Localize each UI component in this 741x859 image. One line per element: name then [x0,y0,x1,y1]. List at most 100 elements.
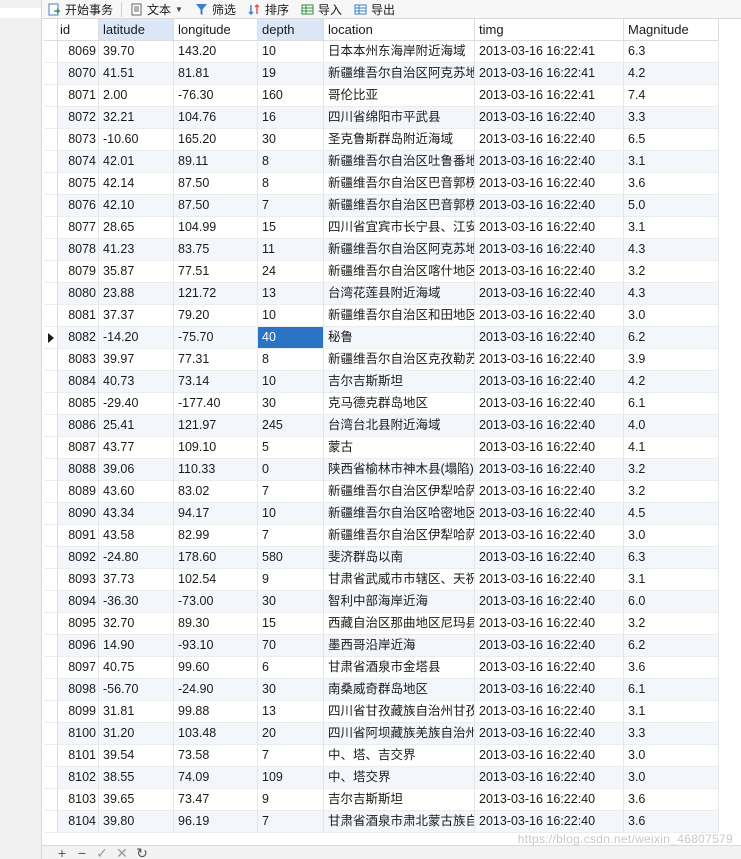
cell-depth[interactable]: 6 [258,657,324,679]
cell-timg[interactable]: 2013-03-16 16:22:40 [475,305,624,327]
cell-latitude[interactable]: -10.60 [99,129,174,151]
row-indicator[interactable] [44,173,58,195]
row-indicator[interactable] [44,723,58,745]
cell-longitude[interactable]: 99.60 [174,657,258,679]
cell-magnitude[interactable]: 6.2 [624,635,719,657]
cell-timg[interactable]: 2013-03-16 16:22:41 [475,63,624,85]
table-row[interactable]: 809143.5882.997新疆维吾尔自治区伊犁哈萨克自治州2013-03-1… [44,525,719,547]
cell-location[interactable]: 墨西哥沿岸近海 [324,635,475,657]
cell-location[interactable]: 哥伦比亚 [324,85,475,107]
row-indicator[interactable] [44,459,58,481]
cell-timg[interactable]: 2013-03-16 16:22:40 [475,217,624,239]
import-button[interactable]: 导入 [295,0,348,19]
column-header-longitude[interactable]: longitude [174,19,258,41]
cell-location[interactable]: 新疆维吾尔自治区阿克苏地区 [324,239,475,261]
cell-timg[interactable]: 2013-03-16 16:22:40 [475,173,624,195]
cell-depth[interactable]: 7 [258,811,324,833]
cell-id[interactable]: 8075 [58,173,99,195]
row-indicator[interactable] [44,349,58,371]
row-indicator[interactable] [44,107,58,129]
cell-latitude[interactable]: 39.54 [99,745,174,767]
cell-latitude[interactable]: 31.81 [99,701,174,723]
cell-magnitude[interactable]: 3.2 [624,481,719,503]
cell-location[interactable]: 新疆维吾尔自治区和田地区 [324,305,475,327]
cell-location[interactable]: 智利中部海岸近海 [324,591,475,613]
cell-magnitude[interactable]: 7.4 [624,85,719,107]
cell-location[interactable]: 四川省甘孜藏族自治州甘孜县 [324,701,475,723]
cell-latitude[interactable]: 40.73 [99,371,174,393]
cell-longitude[interactable]: 77.31 [174,349,258,371]
cell-id[interactable]: 8076 [58,195,99,217]
cell-location[interactable]: 新疆维吾尔自治区克孜勒苏柯尔克孜自治州 [324,349,475,371]
cell-id[interactable]: 8078 [58,239,99,261]
cell-timg[interactable]: 2013-03-16 16:22:40 [475,767,624,789]
table-row[interactable]: 8077 28.65 104.99 15 四川省宜宾市长宁县、江安县 2013-03-16… [44,217,719,239]
cell-latitude[interactable]: 41.23 [99,239,174,261]
cell-longitude[interactable]: -177.40 [174,393,258,415]
cell-location[interactable]: 西藏自治区那曲地区尼玛县 [324,613,475,635]
row-indicator[interactable] [44,129,58,151]
cell-latitude[interactable]: 23.88 [99,283,174,305]
cell-longitude[interactable]: 83.75 [174,239,258,261]
cell-longitude[interactable]: 89.30 [174,613,258,635]
cell-id[interactable]: 8095 [58,613,99,635]
row-indicator[interactable] [44,569,58,591]
table-row[interactable]: 8101 39.54 73.58 7 中、塔、吉交界 2013-03-16 16:22:4… [44,745,719,767]
cell-id[interactable]: 8098 [58,679,99,701]
cell-timg[interactable]: 2013-03-16 16:22:40 [475,107,624,129]
row-indicator[interactable] [44,283,58,305]
cell-timg[interactable]: 2013-03-16 16:22:40 [475,525,624,547]
table-row[interactable]: 8079 35.87 77.51 24 新疆维吾尔自治区喀什地区 2013-03-16 1… [44,261,719,283]
row-indicator[interactable] [44,85,58,107]
cell-magnitude[interactable]: 3.0 [624,767,719,789]
row-indicator[interactable] [44,239,58,261]
cell-timg[interactable]: 2013-03-16 16:22:40 [475,547,624,569]
cell-latitude[interactable]: 42.01 [99,151,174,173]
row-indicator[interactable] [44,217,58,239]
cell-magnitude[interactable]: 4.2 [624,371,719,393]
cell-longitude[interactable]: 81.81 [174,63,258,85]
cell-magnitude[interactable]: 3.1 [624,701,719,723]
cell-magnitude[interactable]: 6.3 [624,41,719,63]
cell-location[interactable]: 秘鲁 [324,327,475,349]
cell-depth[interactable]: 0 [258,459,324,481]
row-indicator[interactable] [44,657,58,679]
cell-latitude[interactable]: 39.70 [99,41,174,63]
cell-longitude[interactable]: 74.09 [174,767,258,789]
table-row[interactable]: 807642.1087.507新疆维吾尔自治区巴音郭楞蒙古自治州2013-03-… [44,195,719,217]
cell-id[interactable]: 8091 [58,525,99,547]
cell-location[interactable]: 新疆维吾尔自治区吐鲁番地区 [324,151,475,173]
cell-longitude[interactable]: 110.33 [174,459,258,481]
cell-location[interactable]: 新疆维吾尔自治区伊犁哈萨克自治州 [324,525,475,547]
cell-location[interactable]: 四川省宜宾市长宁县、江安县 [324,217,475,239]
cell-latitude[interactable]: 43.60 [99,481,174,503]
cell-longitude[interactable]: 165.20 [174,129,258,151]
cell-latitude[interactable]: 43.58 [99,525,174,547]
cell-depth[interactable]: 7 [258,525,324,547]
cell-id[interactable]: 8101 [58,745,99,767]
table-row[interactable]: 8087 43.77 109.10 5 蒙古 2013-03-16 16:22:40 4.1 [44,437,719,459]
cell-id[interactable]: 8082 [58,327,99,349]
cell-timg[interactable]: 2013-03-16 16:22:40 [475,701,624,723]
cell-latitude[interactable]: 38.55 [99,767,174,789]
cell-magnitude[interactable]: 4.5 [624,503,719,525]
cell-depth[interactable]: 10 [258,305,324,327]
cell-longitude[interactable]: 96.19 [174,811,258,833]
cell-depth[interactable]: 30 [258,129,324,151]
cell-depth[interactable]: 40 [258,327,324,349]
cell-location[interactable]: 甘肃省酒泉市金塔县 [324,657,475,679]
cell-id[interactable]: 8103 [58,789,99,811]
cell-location[interactable]: 甘肃省酒泉市肃北蒙古族自治县 [324,811,475,833]
cell-depth[interactable]: 11 [258,239,324,261]
cell-longitude[interactable]: 121.72 [174,283,258,305]
table-row[interactable]: 8095 32.70 89.30 15 西藏自治区那曲地区尼玛县 2013-03-16 1… [44,613,719,635]
cell-location[interactable]: 甘肃省武威市市辖区、天祝藏族自治县 [324,569,475,591]
cell-id[interactable]: 8104 [58,811,99,833]
cell-depth[interactable]: 13 [258,701,324,723]
table-row[interactable]: 8074 42.01 89.11 8 新疆维吾尔自治区吐鲁番地区 2013-03-16 1… [44,151,719,173]
cell-longitude[interactable]: 87.50 [174,195,258,217]
table-row[interactable]: 8069 39.70 143.20 10 日本本州东海岸附近海域 2013-03-16 1… [44,41,719,63]
row-indicator[interactable] [44,415,58,437]
cell-depth[interactable]: 9 [258,569,324,591]
table-row[interactable]: 8094 -36.30 -73.00 30 智利中部海岸近海 2013-03-16 16:… [44,591,719,613]
